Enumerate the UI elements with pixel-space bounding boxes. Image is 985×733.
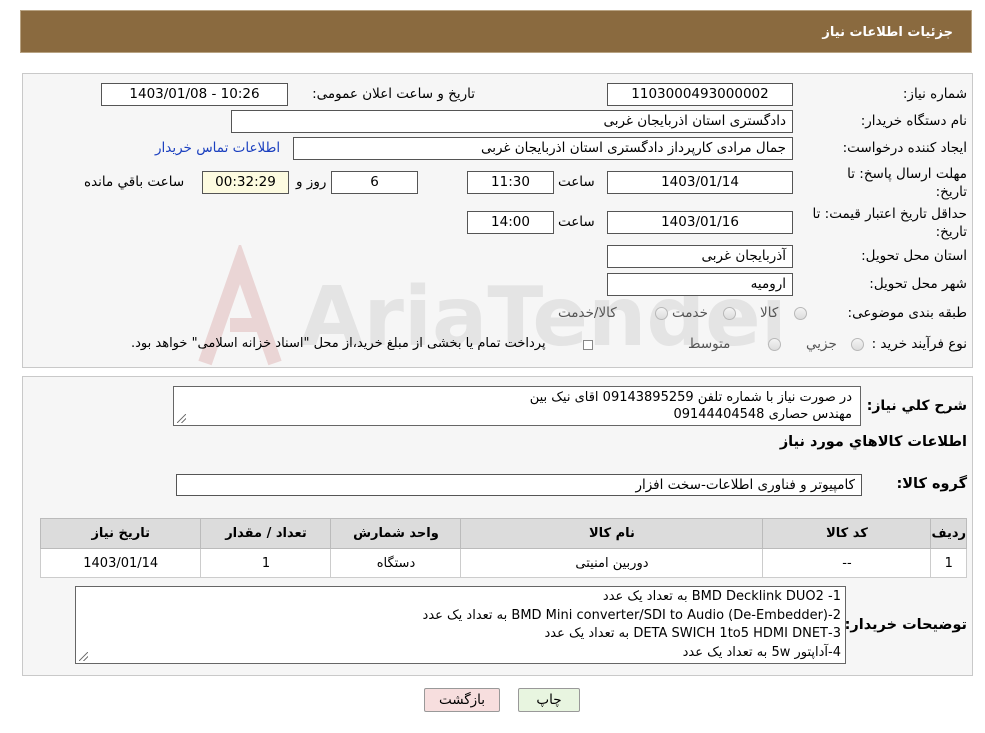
- buyer-notes-label: توضیحات خریدار:: [844, 617, 967, 633]
- validity-date-field: 1403/01/16: [607, 211, 793, 234]
- remaining-label: ساعت باقي مانده: [84, 174, 185, 190]
- buyer-notes-textarea[interactable]: 1- BMD Decklink DUO2 به تعداد یک عدد 2-B…: [75, 586, 846, 664]
- table-row: 1 -- دوربین امنیتی دستگاه 1 1403/01/14: [39, 548, 967, 578]
- col-unit: واحد شمارش: [330, 518, 462, 549]
- days-field: 6: [331, 171, 418, 194]
- col-item-code: کد کالا: [762, 518, 932, 549]
- category-option-goods-service: کالا/خدمت: [558, 305, 617, 321]
- buyer-org-field: دادگستری استان اذربایجان غربی: [231, 110, 793, 133]
- city-field: ارومیه: [607, 273, 793, 296]
- buyer-note-line-4: 4-آداپتور 5w به تعداد یک عدد: [682, 644, 841, 660]
- need-number-label: شماره نیاز:: [902, 86, 967, 102]
- announce-label: تاریخ و ساعت اعلان عمومی:: [312, 86, 475, 102]
- col-quantity: تعداد / مقدار: [200, 518, 332, 549]
- table-header-row: رديف کد کالا نام کالا واحد شمارش تعداد /…: [39, 518, 967, 549]
- deadline-time-label: ساعت: [558, 174, 595, 190]
- print-button[interactable]: چاپ: [518, 688, 580, 712]
- cell-row-number: 1: [930, 548, 967, 578]
- process-radio-medium[interactable]: [768, 338, 781, 351]
- validity-label-date: تاریخ:: [935, 224, 967, 240]
- process-label: نوع فرآیند خرید :: [871, 336, 967, 352]
- need-number-field: 1103000493000002: [607, 83, 793, 106]
- col-item-name: نام کالا: [460, 518, 764, 549]
- resize-grip-icon[interactable]: [79, 652, 88, 661]
- category-radio-goods-service[interactable]: [655, 307, 668, 320]
- process-radio-minor[interactable]: [851, 338, 864, 351]
- requester-field: جمال مرادی کارپرداز دادگستری استان اذربا…: [293, 137, 793, 160]
- description-textarea[interactable]: در صورت نیاز با شماره تلفن 09143895259 ا…: [173, 386, 861, 426]
- remaining-time-field: 00:32:29: [202, 171, 289, 194]
- buyer-note-line-3: 3-DETA SWICH 1to5 HDMI DNET به تعداد یک …: [544, 626, 841, 641]
- city-label: شهر محل تحویل:: [869, 276, 967, 292]
- validity-time-field: 14:00: [467, 211, 554, 234]
- deadline-time-field: 11:30: [467, 171, 554, 194]
- validity-label: حداقل تاریخ اعتبار قیمت: تا: [812, 206, 967, 222]
- requester-label: ایجاد کننده درخواست:: [842, 140, 967, 156]
- buyer-note-line-2: 2-BMD Mini converter/SDI to Audio (De-Em…: [422, 607, 841, 623]
- buyer-note-line-1: 1- BMD Decklink DUO2 به تعداد یک عدد: [602, 589, 841, 604]
- payment-checkbox[interactable]: [583, 340, 593, 350]
- category-radio-service[interactable]: [723, 307, 736, 320]
- cell-unit: دستگاه: [330, 548, 462, 578]
- validity-time-label: ساعت: [558, 214, 595, 230]
- description-line-2: مهندس حصاری 09144404548: [673, 407, 852, 422]
- contact-info-link[interactable]: اطلاعات تماس خریدار: [155, 140, 280, 156]
- col-row-number: رديف: [930, 518, 967, 549]
- category-radio-goods[interactable]: [794, 307, 807, 320]
- col-need-date: تاريخ نياز: [39, 518, 202, 549]
- announce-field: 1403/01/08 - 10:26: [101, 83, 288, 106]
- back-button[interactable]: بازگشت: [424, 688, 500, 712]
- cell-item-code: --: [762, 548, 932, 578]
- description-label: شرح کلي نياز:: [866, 398, 967, 414]
- cell-item-name: دوربین امنیتی: [460, 548, 764, 578]
- process-option-minor: جزیي: [806, 336, 837, 352]
- page-title: جزئیات اطلاعات نیاز: [822, 25, 953, 40]
- buyer-org-label: نام دستگاه خریدار:: [860, 113, 967, 129]
- page-header: جزئیات اطلاعات نیاز: [20, 10, 972, 53]
- days-label: روز و: [296, 174, 327, 190]
- description-line-1: در صورت نیاز با شماره تلفن 09143895259 ا…: [529, 390, 852, 405]
- category-option-service: خدمت: [672, 305, 708, 321]
- goods-group-field: کامپیوتر و فناوری اطلاعات-سخت افزار: [176, 474, 862, 496]
- province-field: آذربایجان غربی: [607, 245, 793, 268]
- deadline-date-field: 1403/01/14: [607, 171, 793, 194]
- cell-quantity: 1: [200, 548, 332, 578]
- goods-group-label: گروه کالا:: [896, 476, 967, 492]
- process-option-medium: متوسط: [688, 336, 731, 352]
- deadline-label: مهلت ارسال پاسخ: تا: [847, 166, 967, 182]
- goods-section-title: اطلاعات کالاهاي مورد نياز: [779, 434, 967, 450]
- category-option-goods: کالا: [760, 305, 779, 321]
- deadline-label-date: تاریخ:: [935, 184, 967, 200]
- cell-need-date: 1403/01/14: [39, 548, 202, 578]
- category-label: طبقه بندی موضوعی:: [847, 305, 967, 321]
- resize-grip-icon[interactable]: [177, 414, 186, 423]
- goods-table: رديف کد کالا نام کالا واحد شمارش تعداد /…: [39, 518, 967, 578]
- province-label: استان محل تحویل:: [861, 248, 967, 264]
- payment-note: پرداخت تمام یا بخشی از مبلغ خرید،از محل …: [131, 336, 546, 351]
